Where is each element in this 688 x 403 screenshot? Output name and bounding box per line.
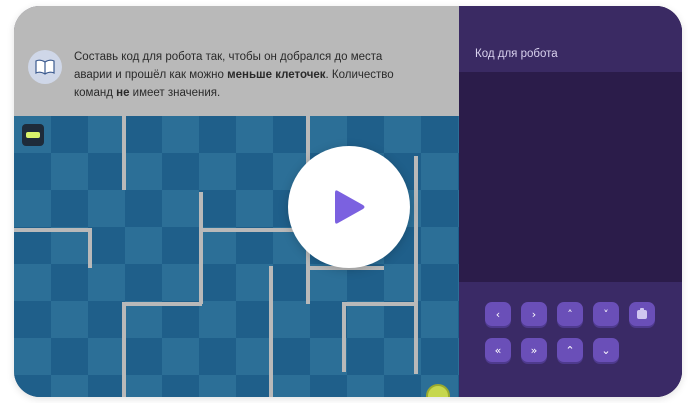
- command-buttons: ‹ › ˄ ˅ « » ⌃ ⌄: [459, 282, 682, 397]
- move-up-double-button[interactable]: ⌃: [557, 338, 583, 362]
- robot-task-card: Составь код для робота так, чтобы он доб…: [14, 6, 682, 397]
- move-down-double-button[interactable]: ⌄: [593, 338, 619, 362]
- move-left-double-button[interactable]: «: [485, 338, 511, 362]
- move-left-button[interactable]: ‹: [485, 302, 511, 326]
- code-panel: Код для робота ‹ › ˄ ˅ « » ⌃ ⌄: [459, 6, 682, 397]
- book-icon: [28, 50, 62, 84]
- code-panel-header: Код для робота: [459, 6, 682, 72]
- chevron-down-icon: ˅: [603, 307, 609, 321]
- double-chevron-down-icon: ⌄: [601, 343, 611, 357]
- maze-wall: [122, 116, 126, 190]
- play-icon: [335, 190, 365, 224]
- move-up-button[interactable]: ˄: [557, 302, 583, 326]
- move-right-double-button[interactable]: »: [521, 338, 547, 362]
- maze-wall: [14, 228, 92, 232]
- chevron-right-icon: ›: [531, 307, 537, 321]
- task-text-part3: имеет значения.: [129, 87, 221, 99]
- maze-wall: [269, 266, 273, 397]
- maze-wall: [88, 228, 92, 268]
- maze-wall: [342, 302, 346, 372]
- move-right-button[interactable]: ›: [521, 302, 547, 326]
- task-header: Составь код для робота так, чтобы он доб…: [14, 6, 459, 116]
- maze-wall: [122, 302, 202, 306]
- robot-icon: [22, 124, 44, 146]
- maze-wall: [199, 192, 203, 304]
- move-down-button[interactable]: ˅: [593, 302, 619, 326]
- goal-icon: [426, 384, 450, 397]
- task-text-bold2: не: [116, 87, 130, 99]
- task-description: Составь код для робота так, чтобы он доб…: [74, 48, 414, 102]
- code-workspace[interactable]: [459, 72, 682, 282]
- chevron-up-icon: ˄: [567, 307, 573, 321]
- play-button[interactable]: [288, 146, 410, 268]
- task-area: Составь код для робота так, чтобы он доб…: [14, 6, 459, 397]
- chevron-left-icon: ‹: [495, 307, 501, 321]
- task-text-bold1: меньше клеточек: [227, 69, 326, 81]
- maze-board: [14, 116, 459, 397]
- code-panel-title: Код для робота: [475, 48, 558, 60]
- repair-button[interactable]: [629, 302, 655, 326]
- maze-wall: [342, 302, 416, 306]
- double-chevron-left-icon: «: [494, 343, 502, 357]
- robot-visor: [26, 132, 40, 138]
- maze-wall: [122, 302, 126, 397]
- double-chevron-up-icon: ⌃: [565, 343, 575, 357]
- double-chevron-right-icon: »: [530, 343, 538, 357]
- wrench-icon: [637, 308, 647, 319]
- maze-wall: [414, 156, 418, 374]
